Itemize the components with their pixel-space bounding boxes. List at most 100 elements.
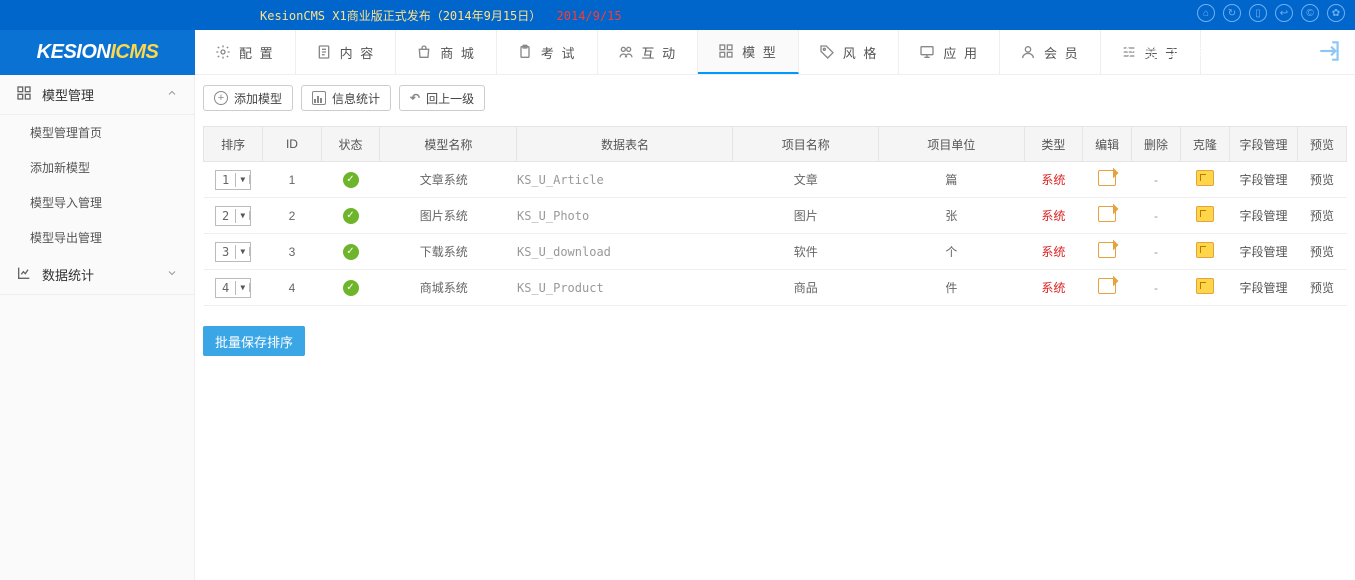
field-manage-link[interactable]: 字段管理 bbox=[1239, 173, 1287, 187]
copyright-icon[interactable]: © bbox=[1301, 4, 1319, 22]
grid-icon bbox=[718, 43, 734, 59]
dropdown-icon[interactable]: ▼ bbox=[236, 175, 250, 184]
status-ok-icon[interactable]: ✓ bbox=[343, 280, 359, 296]
tab-tag[interactable]: 风 格 bbox=[799, 30, 900, 74]
stats-button[interactable]: 信息统计 bbox=[301, 85, 391, 111]
announcement-date: 2014/9/15 bbox=[557, 9, 622, 23]
sort-value: 4 bbox=[216, 281, 236, 295]
back-arrow-icon: ↶ bbox=[410, 91, 420, 105]
tab-label: 内 容 bbox=[340, 43, 376, 62]
table-body: 1▼1✓文章系统KS_U_Article文章篇系统-字段管理预览2▼2✓图片系统… bbox=[204, 162, 1347, 306]
tab-user[interactable]: 会 员 bbox=[1000, 30, 1101, 74]
mobile-icon[interactable]: ▯ bbox=[1249, 4, 1267, 22]
sort-value: 3 bbox=[216, 245, 236, 259]
tab-gear[interactable]: 配 置 bbox=[195, 30, 296, 74]
sort-control[interactable]: 3▼ bbox=[215, 242, 251, 262]
status-ok-icon[interactable]: ✓ bbox=[343, 244, 359, 260]
preview-link[interactable]: 预览 bbox=[1310, 209, 1334, 223]
edit-icon[interactable] bbox=[1098, 242, 1116, 258]
cell-type: 系统 bbox=[1041, 209, 1065, 223]
cell-unit: 张 bbox=[879, 198, 1025, 234]
nav-item-0-0[interactable]: 模型管理首页 bbox=[0, 115, 194, 150]
sort-control[interactable]: 4▼ bbox=[215, 278, 251, 298]
clone-icon[interactable] bbox=[1196, 242, 1214, 258]
tab-label: 商 城 bbox=[440, 43, 476, 62]
clone-icon[interactable] bbox=[1196, 278, 1214, 294]
tab-people[interactable]: 互 动 bbox=[598, 30, 699, 74]
exit-icon[interactable] bbox=[1317, 38, 1343, 64]
cell-table-name: KS_U_Product bbox=[517, 270, 733, 306]
status-ok-icon[interactable]: ✓ bbox=[343, 208, 359, 224]
nav-item-0-3[interactable]: 模型导出管理 bbox=[0, 220, 194, 255]
tab-label: 模 型 bbox=[742, 42, 778, 61]
nav-group-0[interactable]: 模型管理 bbox=[0, 75, 194, 115]
cell-type: 系统 bbox=[1041, 281, 1065, 295]
nav-group-1[interactable]: 数据统计 bbox=[0, 255, 194, 295]
dropdown-icon[interactable]: ▼ bbox=[236, 283, 250, 292]
back-icon[interactable]: ↩ bbox=[1275, 4, 1293, 22]
chevron-down-icon bbox=[166, 267, 178, 282]
tag-icon bbox=[819, 44, 835, 60]
today-text: 今天是：2015年4月1日 星期三 bbox=[1122, 44, 1285, 61]
th-3: 模型名称 bbox=[380, 127, 517, 162]
cell-item-name: 商品 bbox=[733, 270, 879, 306]
clone-icon[interactable] bbox=[1196, 206, 1214, 222]
clone-icon[interactable] bbox=[1196, 170, 1214, 186]
add-model-button[interactable]: + 添加模型 bbox=[203, 85, 293, 111]
th-5: 项目名称 bbox=[733, 127, 879, 162]
dropdown-icon[interactable]: ▼ bbox=[236, 211, 250, 220]
logo: KESIONICMS bbox=[0, 41, 195, 64]
sort-control[interactable]: 2▼ bbox=[215, 206, 251, 226]
doc-icon bbox=[316, 44, 332, 60]
monitor-icon bbox=[919, 44, 935, 60]
preview-link[interactable]: 预览 bbox=[1310, 245, 1334, 259]
model-table: 排序ID状态模型名称数据表名项目名称项目单位类型编辑删除克隆字段管理预览 1▼1… bbox=[203, 126, 1347, 306]
th-9: 删除 bbox=[1132, 127, 1181, 162]
th-8: 编辑 bbox=[1083, 127, 1132, 162]
content-area: + 添加模型 信息统计 ↶ 回上一级 排序ID状态模型名称数据表名项目名称项目单… bbox=[195, 75, 1355, 580]
th-11: 字段管理 bbox=[1229, 127, 1297, 162]
th-7: 类型 bbox=[1024, 127, 1082, 162]
field-manage-link[interactable]: 字段管理 bbox=[1239, 209, 1287, 223]
tab-monitor[interactable]: 应 用 bbox=[899, 30, 1000, 74]
status-ok-icon[interactable]: ✓ bbox=[343, 172, 359, 188]
cell-model-name: 图片系统 bbox=[380, 198, 517, 234]
edit-icon[interactable] bbox=[1098, 278, 1116, 294]
th-2: 状态 bbox=[321, 127, 380, 162]
nav-group-title: 模型管理 bbox=[42, 85, 94, 104]
grid-icon bbox=[16, 85, 32, 104]
save-sort-button[interactable]: 批量保存排序 bbox=[203, 326, 305, 356]
settings-icon[interactable]: ✿ bbox=[1327, 4, 1345, 22]
nav-group-title: 数据统计 bbox=[42, 265, 94, 284]
back-button[interactable]: ↶ 回上一级 bbox=[399, 85, 485, 111]
table-row: 3▼3✓下载系统KS_U_download软件个系统-字段管理预览 bbox=[204, 234, 1347, 270]
field-manage-link[interactable]: 字段管理 bbox=[1239, 245, 1287, 259]
edit-icon[interactable] bbox=[1098, 206, 1116, 222]
cell-item-name: 图片 bbox=[733, 198, 879, 234]
cell-model-name: 商城系统 bbox=[380, 270, 517, 306]
cell-unit: 件 bbox=[879, 270, 1025, 306]
edit-icon[interactable] bbox=[1098, 170, 1116, 186]
nav-item-0-2[interactable]: 模型导入管理 bbox=[0, 185, 194, 220]
table-header-row: 排序ID状态模型名称数据表名项目名称项目单位类型编辑删除克隆字段管理预览 bbox=[204, 127, 1347, 162]
cell-id: 3 bbox=[263, 234, 321, 270]
gear-icon bbox=[215, 44, 231, 60]
tab-grid[interactable]: 模 型 bbox=[698, 30, 799, 74]
table-row: 4▼4✓商城系统KS_U_Product商品件系统-字段管理预览 bbox=[204, 270, 1347, 306]
dropdown-icon[interactable]: ▼ bbox=[236, 247, 250, 256]
tab-bag[interactable]: 商 城 bbox=[396, 30, 497, 74]
th-12: 预览 bbox=[1298, 127, 1347, 162]
tab-clip[interactable]: 考 试 bbox=[497, 30, 598, 74]
home-icon[interactable]: ⌂ bbox=[1197, 4, 1215, 22]
nav-item-0-1[interactable]: 添加新模型 bbox=[0, 150, 194, 185]
refresh-icon[interactable]: ↻ bbox=[1223, 4, 1241, 22]
th-6: 项目单位 bbox=[879, 127, 1025, 162]
preview-link[interactable]: 预览 bbox=[1310, 281, 1334, 295]
main-bar: KESIONICMS 配 置内 容商 城考 试互 动模 型风 格应 用会 员关 … bbox=[0, 30, 1355, 75]
tab-label: 应 用 bbox=[943, 43, 979, 62]
sort-control[interactable]: 1▼ bbox=[215, 170, 251, 190]
tab-doc[interactable]: 内 容 bbox=[296, 30, 397, 74]
announcement-text: KesionCMS X1商业版正式发布（2014年9月15日） bbox=[260, 9, 541, 23]
preview-link[interactable]: 预览 bbox=[1310, 173, 1334, 187]
field-manage-link[interactable]: 字段管理 bbox=[1239, 281, 1287, 295]
